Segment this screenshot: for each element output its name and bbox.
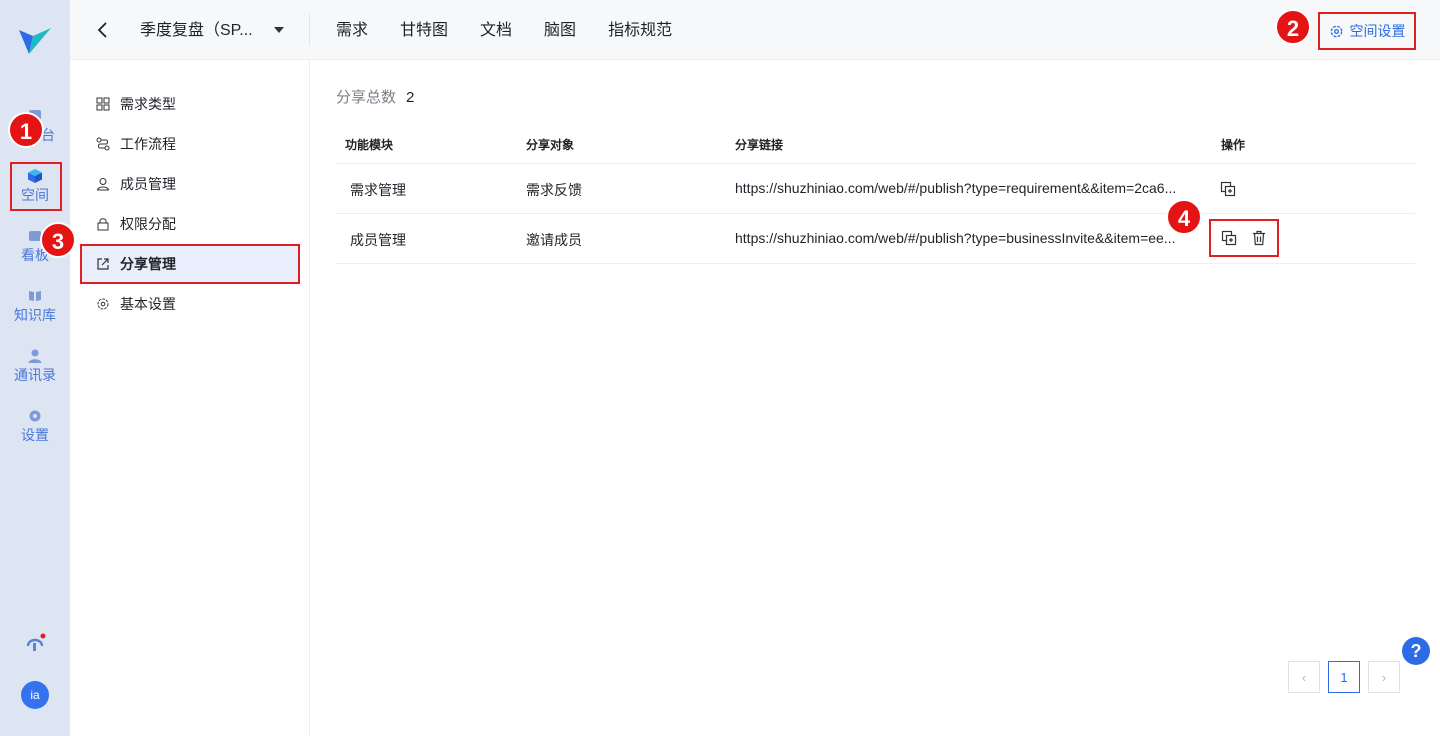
back-arrow-icon[interactable]	[94, 20, 112, 40]
cell-link[interactable]: https://shuzhiniao.com/web/#/publish?typ…	[735, 230, 1201, 246]
annotation-marker: 2	[1275, 9, 1311, 45]
table-row: 需求管理 需求反馈 https://shuzhiniao.com/web/#/p…	[335, 164, 1415, 214]
lock-icon	[97, 218, 109, 231]
column-header: 功能模块	[345, 138, 394, 152]
help-button[interactable]: ?	[1402, 637, 1430, 665]
cell-module: 需求管理	[350, 182, 406, 198]
share-total: 分享总数 2	[336, 89, 415, 106]
user-icon	[96, 178, 110, 191]
left-rail: 台 空间 看板 知识库 通讯录 设置 ia	[0, 0, 70, 736]
subnav-item-workflow[interactable]: 工作流程	[80, 124, 300, 164]
row-actions	[1220, 181, 1236, 197]
share-table: 功能模块 分享对象 分享链接 操作 需求管理 需求反馈 https://shuz…	[335, 126, 1415, 264]
rail-item-knowledge[interactable]: 知识库	[0, 288, 70, 324]
headset-icon[interactable]	[24, 632, 46, 654]
column-header: 分享对象	[526, 138, 575, 152]
table-header: 功能模块 分享对象 分享链接 操作	[335, 126, 1415, 164]
subnav-item-permissions[interactable]: 权限分配	[80, 204, 300, 244]
settings-subnav: 需求类型 工作流程 成员管理 权限分配 分享管理 基本设置	[70, 60, 310, 736]
share-management-panel: 分享总数 2 功能模块 分享对象 分享链接 操作 需求管理 需求反馈 https:…	[310, 60, 1440, 736]
cell-link[interactable]: https://shuzhiniao.com/web/#/publish?typ…	[735, 180, 1201, 196]
book-icon	[29, 291, 41, 301]
caret-down-icon[interactable]	[274, 27, 284, 33]
divider	[309, 14, 310, 46]
space-selector[interactable]: 季度复盘（SP...	[140, 20, 253, 42]
rail-item-settings[interactable]: 设置	[0, 408, 70, 444]
workflow-icon	[96, 137, 110, 151]
page-button-current[interactable]: 1	[1328, 661, 1360, 693]
column-header: 操作	[1221, 138, 1246, 152]
cell-module: 成员管理	[350, 232, 406, 248]
annotation-marker: 3	[40, 222, 76, 258]
space-settings-label: 空间设置	[1349, 23, 1406, 39]
module-tabs: 需求 甘特图 文档 脑图 指标规范	[336, 19, 672, 43]
copy-icon[interactable]	[1221, 230, 1237, 246]
annotation-box	[10, 162, 62, 211]
grid-icon	[96, 97, 110, 111]
cell-target: 需求反馈	[526, 182, 582, 198]
share-link-icon	[97, 258, 109, 270]
cell-target: 邀请成员	[526, 232, 582, 248]
avatar[interactable]: ia	[21, 681, 49, 709]
annotation-marker: 1	[8, 112, 44, 148]
user-icon	[28, 349, 42, 363]
tab-gantt[interactable]: 甘特图	[400, 19, 448, 43]
app-logo[interactable]	[17, 26, 53, 56]
tab-docs[interactable]: 文档	[480, 19, 512, 43]
tab-metrics[interactable]: 指标规范	[608, 19, 672, 43]
tab-requirements[interactable]: 需求	[336, 19, 368, 43]
rail-item-contacts[interactable]: 通讯录	[0, 348, 70, 384]
subnav-item-requirement-types[interactable]: 需求类型	[80, 84, 300, 124]
top-bar: 季度复盘（SP... 需求 甘特图 文档 脑图 指标规范 空间设置	[70, 0, 1440, 60]
next-page-button[interactable]: ›	[1368, 661, 1400, 693]
subnav-item-share-management[interactable]: 分享管理	[80, 244, 300, 284]
space-settings-button[interactable]: 空间设置	[1318, 12, 1416, 50]
table-row: 成员管理 邀请成员 https://shuzhiniao.com/web/#/p…	[335, 214, 1415, 264]
gear-icon	[97, 298, 109, 310]
subnav-item-members[interactable]: 成员管理	[80, 164, 300, 204]
row-actions	[1209, 219, 1279, 257]
annotation-marker: 4	[1166, 199, 1202, 235]
copy-icon[interactable]	[1220, 181, 1236, 197]
trash-icon[interactable]	[1251, 230, 1267, 246]
gear-icon	[29, 410, 41, 422]
subnav-item-basic-settings[interactable]: 基本设置	[80, 284, 300, 324]
column-header: 分享链接	[735, 138, 784, 152]
pagination: ‹ 1 ›	[1288, 661, 1400, 693]
tab-mindmap[interactable]: 脑图	[544, 19, 576, 43]
prev-page-button[interactable]: ‹	[1288, 661, 1320, 693]
gear-icon	[1330, 25, 1342, 37]
